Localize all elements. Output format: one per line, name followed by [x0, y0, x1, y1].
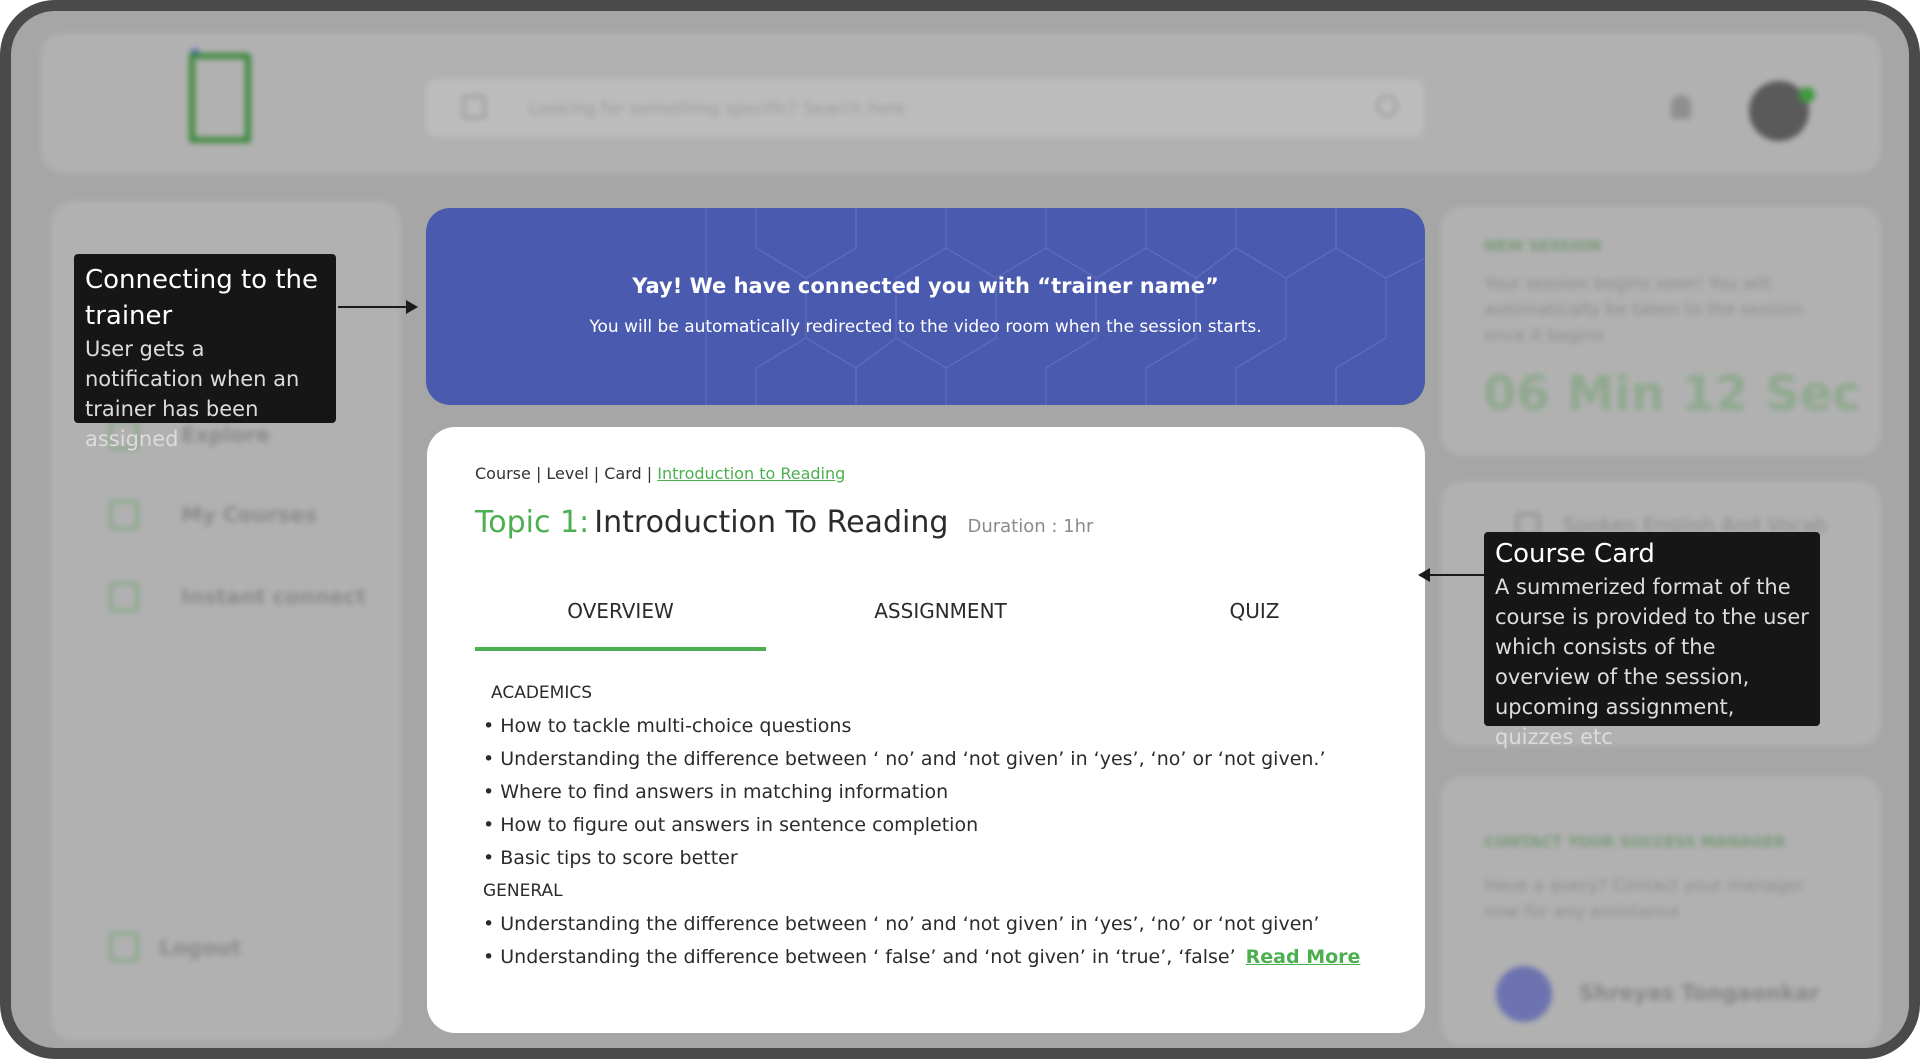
menu-icon[interactable]: [462, 95, 486, 119]
annotation-arrow-left: [1429, 574, 1484, 576]
session-timer: 06 Min 12 Sec: [1483, 366, 1861, 422]
manager-name[interactable]: Shreyas Tongaonkar: [1579, 981, 1819, 1005]
breadcrumb-course[interactable]: Course: [475, 464, 531, 483]
hexagon-pattern: [705, 208, 1425, 405]
read-more-link[interactable]: Read More: [1246, 946, 1361, 968]
device-frame: Looking for something specific? Search h…: [0, 0, 1920, 1059]
topic-title: Introduction To Reading: [594, 505, 949, 540]
arrow-head-icon: [1418, 568, 1430, 582]
active-tab-indicator: [475, 647, 766, 651]
app-logo[interactable]: [189, 53, 251, 143]
section-heading-academics: ACADEMICS: [491, 683, 593, 703]
bell-icon[interactable]: [1671, 95, 1691, 119]
annotation-connecting: Connecting to the trainer User gets a no…: [74, 254, 336, 451]
manager-avatar[interactable]: [1496, 966, 1552, 1022]
list-item: • How to tackle multi-choice questions: [483, 715, 852, 737]
manager-tag: CONTACT YOUR SUCCESS MANAGER: [1484, 833, 1786, 851]
annotation-body: User gets a notification when an trainer…: [85, 337, 300, 451]
tab-assignment[interactable]: ASSIGNMENT: [795, 599, 1086, 623]
logout-icon: [109, 932, 139, 962]
annotation-title: Connecting to the trainer: [85, 265, 319, 331]
banner-subtitle: You will be automatically redirected to …: [589, 317, 1262, 337]
session-tag: NEW SESSION: [1484, 237, 1602, 255]
list-item-text: • Understanding the difference between ‘…: [483, 946, 1236, 968]
online-status-dot: [1799, 87, 1815, 103]
sidebar-item-instant-connect[interactable]: Instant connect: [181, 585, 366, 609]
logout-button[interactable]: Logout: [159, 936, 241, 960]
topic-number: Topic 1:: [475, 505, 590, 540]
section-heading-general: GENERAL: [483, 881, 563, 901]
search-icon[interactable]: [1376, 95, 1398, 117]
list-item: • Understanding the difference between ‘…: [483, 941, 1403, 974]
duration-label: Duration : 1hr: [967, 516, 1094, 537]
breadcrumb-level[interactable]: Level: [546, 464, 588, 483]
overview-content: ACADEMICS • How to tackle multi-choice q…: [483, 677, 1403, 974]
connect-icon: [109, 582, 139, 612]
list-item: • How to figure out answers in sentence …: [483, 814, 979, 836]
session-text: Your session begins soon! You will autom…: [1484, 274, 1804, 346]
manager-text: Have a query? Contact your manager now f…: [1484, 876, 1805, 922]
page-title: Topic 1: Introduction To Reading Duratio…: [475, 505, 1093, 540]
tab-overview[interactable]: OVERVIEW: [475, 599, 766, 623]
list-item: • Understanding the difference between ‘…: [483, 913, 1320, 935]
sidebar-item-my-courses[interactable]: My Courses: [181, 503, 317, 527]
search-input[interactable]: Looking for something specific? Search h…: [529, 99, 905, 119]
arrow-head-icon: [406, 300, 418, 314]
course-card: Course | Level | Card | Introduction to …: [427, 427, 1425, 1033]
tab-quiz[interactable]: QUIZ: [1109, 599, 1400, 623]
annotation-title: Course Card: [1495, 539, 1655, 569]
list-item: • Basic tips to score better: [483, 847, 738, 869]
breadcrumb-card[interactable]: Card: [604, 464, 641, 483]
annotation-course-card: Course Card A summerized format of the c…: [1484, 532, 1820, 749]
book-icon: [109, 500, 139, 530]
annotation-body: A summerized format of the course is pro…: [1495, 575, 1809, 749]
annotation-arrow-right: [338, 306, 408, 308]
list-item: • Understanding the difference between ‘…: [483, 748, 1326, 770]
breadcrumb: Course | Level | Card | Introduction to …: [475, 464, 846, 483]
connection-banner: Yay! We have connected you with “trainer…: [426, 208, 1425, 405]
breadcrumb-current-link[interactable]: Introduction to Reading: [657, 464, 845, 483]
banner-title: Yay! We have connected you with “trainer…: [632, 274, 1219, 298]
list-item: • Where to find answers in matching info…: [483, 781, 949, 803]
